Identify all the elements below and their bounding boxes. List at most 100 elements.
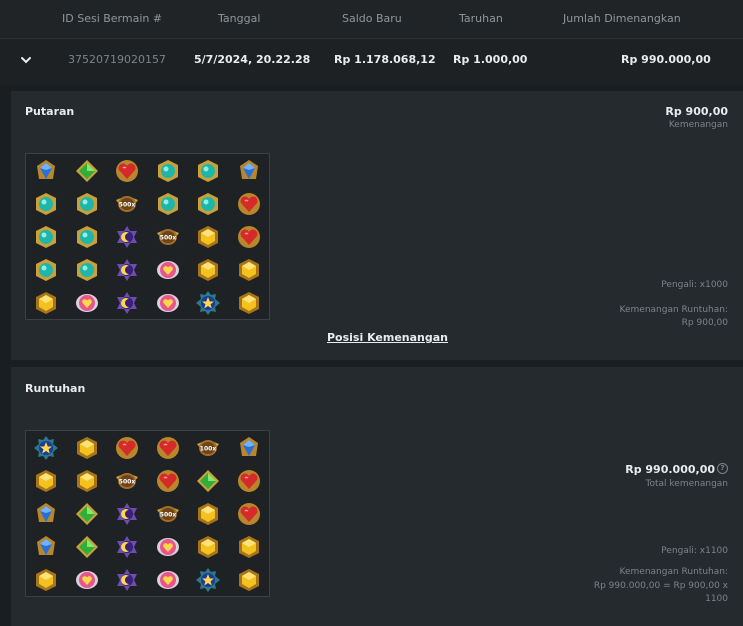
pink-heart-icon — [156, 291, 180, 315]
green-gem-icon — [75, 159, 99, 183]
tumble-win-label: Kemenangan Runtuhan: — [619, 567, 728, 577]
grid-cell — [188, 253, 229, 286]
yellow-hexagon-gem-icon — [196, 225, 220, 249]
teal-gem-icon — [75, 225, 99, 249]
yellow-hexagon-gem-icon — [75, 436, 99, 460]
grid-cell — [107, 530, 148, 563]
grid-cell — [107, 253, 148, 286]
grid-cell — [67, 286, 108, 319]
star-emblem-icon — [196, 290, 221, 315]
red-heart-gem-icon — [237, 502, 261, 526]
grid-cell — [148, 563, 189, 596]
grid-cell — [67, 431, 108, 464]
blue-gem-icon — [34, 159, 58, 183]
teal-gem-icon — [196, 192, 220, 216]
pink-heart-icon — [156, 535, 180, 559]
grid-cell — [26, 187, 67, 220]
grid-cell — [148, 431, 189, 464]
grid-cell — [188, 563, 229, 596]
col-header-date: Tanggal — [218, 12, 261, 25]
blue-gem-icon — [34, 502, 58, 526]
grid-cell — [67, 464, 108, 497]
teal-gem-icon — [34, 192, 58, 216]
grid-cell — [188, 286, 229, 319]
grid-cell — [67, 530, 108, 563]
multiplier-orb-icon: 500x — [115, 192, 139, 216]
svg-text:500x: 500x — [160, 511, 177, 518]
session-bet: Rp 1.000,00 — [453, 53, 528, 66]
grid-cell — [229, 431, 270, 464]
grid-cell — [26, 286, 67, 319]
red-heart-gem-icon — [237, 192, 261, 216]
grid-cell — [26, 431, 67, 464]
grid-cell — [229, 530, 270, 563]
grid-cell — [26, 154, 67, 187]
spin-panel: Putaran Rp 900,00 Kemenangan 500x 500x Pe… — [11, 91, 743, 360]
spin-multiplier: Pengali: x1000 — [661, 280, 728, 290]
tumble-multiplier: Pengali: x1100 — [661, 546, 728, 556]
grid-cell — [148, 187, 189, 220]
red-heart-gem-icon — [237, 469, 261, 493]
help-icon[interactable]: ? — [717, 463, 728, 474]
grid-cell — [188, 187, 229, 220]
grid-cell — [67, 187, 108, 220]
grid-cell — [26, 464, 67, 497]
purple-moon-icon — [115, 225, 139, 249]
svg-text:500x: 500x — [119, 478, 136, 485]
multiplier-orb-icon: 500x — [156, 225, 180, 249]
grid-cell — [107, 431, 148, 464]
svg-text:100x: 100x — [200, 445, 217, 452]
star-emblem-icon — [34, 435, 59, 460]
grid-cell: 500x — [107, 187, 148, 220]
yellow-hexagon-gem-icon — [196, 258, 220, 282]
grid-cell: 100x — [188, 431, 229, 464]
grid-cell — [67, 563, 108, 596]
yellow-hexagon-gem-icon — [237, 258, 261, 282]
chevron-down-icon[interactable] — [19, 53, 33, 67]
star-emblem-icon — [196, 567, 221, 592]
teal-gem-icon — [196, 159, 220, 183]
grid-cell — [229, 563, 270, 596]
yellow-hexagon-gem-icon — [75, 469, 99, 493]
yellow-hexagon-gem-icon — [34, 469, 58, 493]
spin-title: Putaran — [25, 105, 75, 118]
grid-cell — [188, 464, 229, 497]
grid-cell — [148, 286, 189, 319]
purple-moon-icon — [115, 568, 139, 592]
grid-cell: 500x — [107, 464, 148, 497]
grid-cell — [67, 253, 108, 286]
svg-text:500x: 500x — [119, 201, 136, 208]
multiplier-orb-icon: 500x — [115, 469, 139, 493]
reel-grid: 100x 500x 500x — [25, 430, 270, 597]
red-heart-gem-icon — [156, 436, 180, 460]
grid-cell — [188, 530, 229, 563]
teal-gem-icon — [75, 258, 99, 282]
grid-cell — [107, 563, 148, 596]
teal-gem-icon — [34, 225, 58, 249]
green-gem-icon — [75, 535, 99, 559]
tumble-panel: Runtuhan 100x 500x 500x Rp 990.000,00? Tot… — [11, 367, 743, 626]
grid-cell — [26, 253, 67, 286]
col-header-balance: Saldo Baru — [342, 12, 402, 25]
purple-moon-icon — [115, 502, 139, 526]
win-positions-link[interactable]: Posisi Kemenangan — [327, 331, 448, 344]
grid-cell — [107, 497, 148, 530]
yellow-hexagon-gem-icon — [237, 535, 261, 559]
spin-win-amount: Rp 900,00 — [665, 105, 728, 118]
teal-gem-icon — [156, 192, 180, 216]
session-balance: Rp 1.178.068,12 — [334, 53, 436, 66]
grid-cell — [107, 154, 148, 187]
grid-cell — [188, 497, 229, 530]
teal-gem-icon — [34, 258, 58, 282]
grid-cell — [67, 220, 108, 253]
tumble-win-value: Rp 990.000,00 = Rp 900,00 x 1100 — [593, 581, 728, 604]
grid-cell — [229, 220, 270, 253]
total-win-amount: Rp 990.000,00? — [625, 463, 728, 476]
col-header-bet: Taruhan — [459, 12, 503, 25]
grid-cell — [67, 497, 108, 530]
grid-cell — [229, 464, 270, 497]
green-gem-icon — [196, 469, 220, 493]
pink-heart-icon — [156, 258, 180, 282]
table-row[interactable]: 37520719020157 5/7/2024, 20.22.28 Rp 1.1… — [0, 39, 743, 85]
grid-cell — [107, 286, 148, 319]
